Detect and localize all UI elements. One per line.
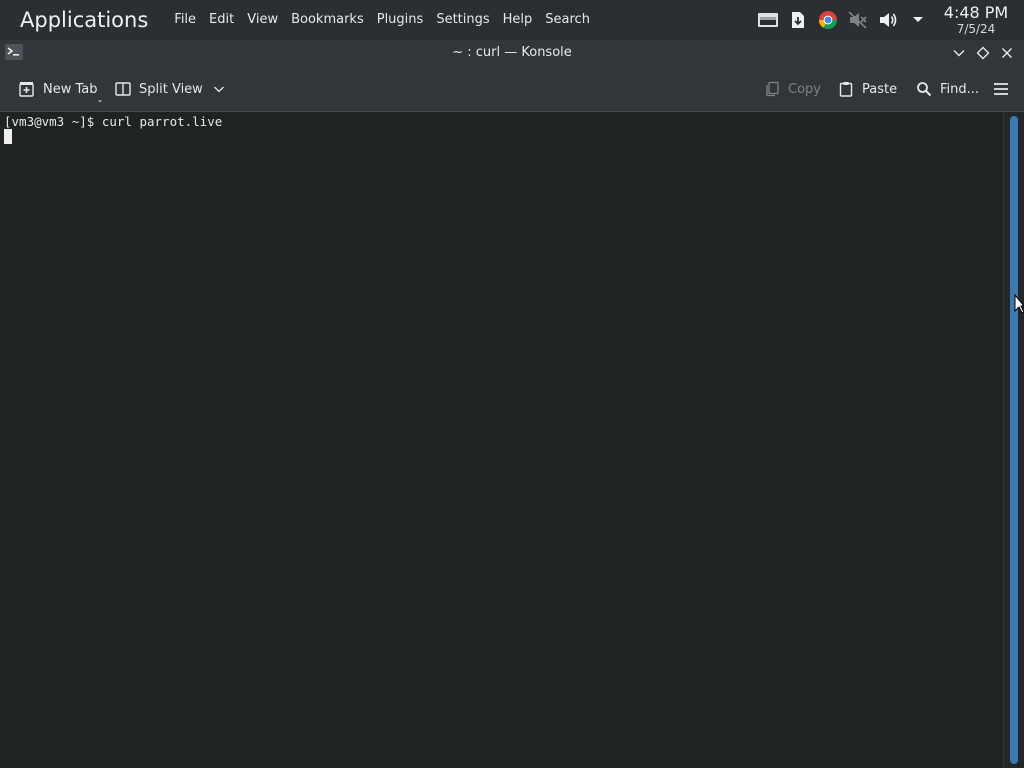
menu-view[interactable]: View [240,0,284,40]
updates-icon[interactable] [786,8,810,32]
copy-label: Copy [788,81,821,97]
copy-button[interactable]: Copy [763,66,821,112]
top-panel: Applications File Edit View Bookmarks Pl… [0,0,1024,40]
tray-expand-icon[interactable] [906,8,930,32]
window-title: ~ : curl — Konsole [452,45,572,60]
global-menu-bar: File Edit View Bookmarks Plugins Setting… [167,0,596,40]
close-icon[interactable] [996,42,1018,64]
find-label: Find... [940,81,980,97]
paste-label: Paste [862,81,898,97]
menu-settings[interactable]: Settings [429,0,495,40]
chevron-down-icon[interactable] [213,83,225,95]
display-icon[interactable] [756,8,780,32]
terminal-cursor-line [4,129,1003,144]
system-tray: 4:48 PM 7/5/24 [750,0,1024,40]
terminal-output[interactable]: [vm3@vm3 ~]$ curl parrot.live [0,112,1003,768]
clock-date: 7/5/24 [956,22,996,36]
menu-help[interactable]: Help [496,0,539,40]
hamburger-menu-icon [992,80,1010,98]
application-launcher[interactable]: Applications [0,0,167,40]
menu-bookmarks[interactable]: Bookmarks [284,0,370,40]
search-icon [915,80,933,98]
digital-clock[interactable]: 4:48 PM 7/5/24 [936,3,1016,36]
window-controls [946,40,1018,66]
mouse-pointer-icon [1014,293,1024,314]
new-tab-label: New Tab [43,81,98,97]
muted-speaker-icon[interactable] [846,8,870,32]
text-cursor [4,129,12,144]
scrollbar-thumb[interactable] [1010,116,1018,764]
window-titlebar[interactable]: ~ : curl — Konsole [0,40,1024,66]
clock-time: 4:48 PM [943,3,1009,22]
volume-icon[interactable] [876,8,900,32]
menu-file[interactable]: File [167,0,202,40]
split-view-label: Split View [139,81,203,97]
copy-icon [763,80,781,98]
find-button[interactable]: Find... [915,66,979,112]
menu-search[interactable]: Search [538,0,596,40]
menu-edit[interactable]: Edit [202,0,240,40]
new-tab-icon [18,80,36,98]
split-view-icon [114,80,132,98]
menu-plugins[interactable]: Plugins [370,0,430,40]
konsole-toolbar: New Tab ⌄ Split View Copy Paste Find... [0,66,1024,112]
maximize-icon[interactable] [972,42,994,64]
paste-button[interactable]: Paste [837,66,897,112]
hamburger-menu-button[interactable] [992,66,1017,112]
minimize-icon[interactable] [948,42,970,64]
clipboard-icon [837,80,855,98]
terminal-scrollbar[interactable] [1003,112,1024,768]
new-tab-menu-indicator: ⌄ [96,95,104,104]
new-tab-button[interactable]: New Tab ⌄ [18,66,104,112]
split-view-button[interactable]: Split View [114,66,225,112]
terminal-line: [vm3@vm3 ~]$ curl parrot.live [4,114,223,129]
chrome-icon[interactable] [816,8,840,32]
